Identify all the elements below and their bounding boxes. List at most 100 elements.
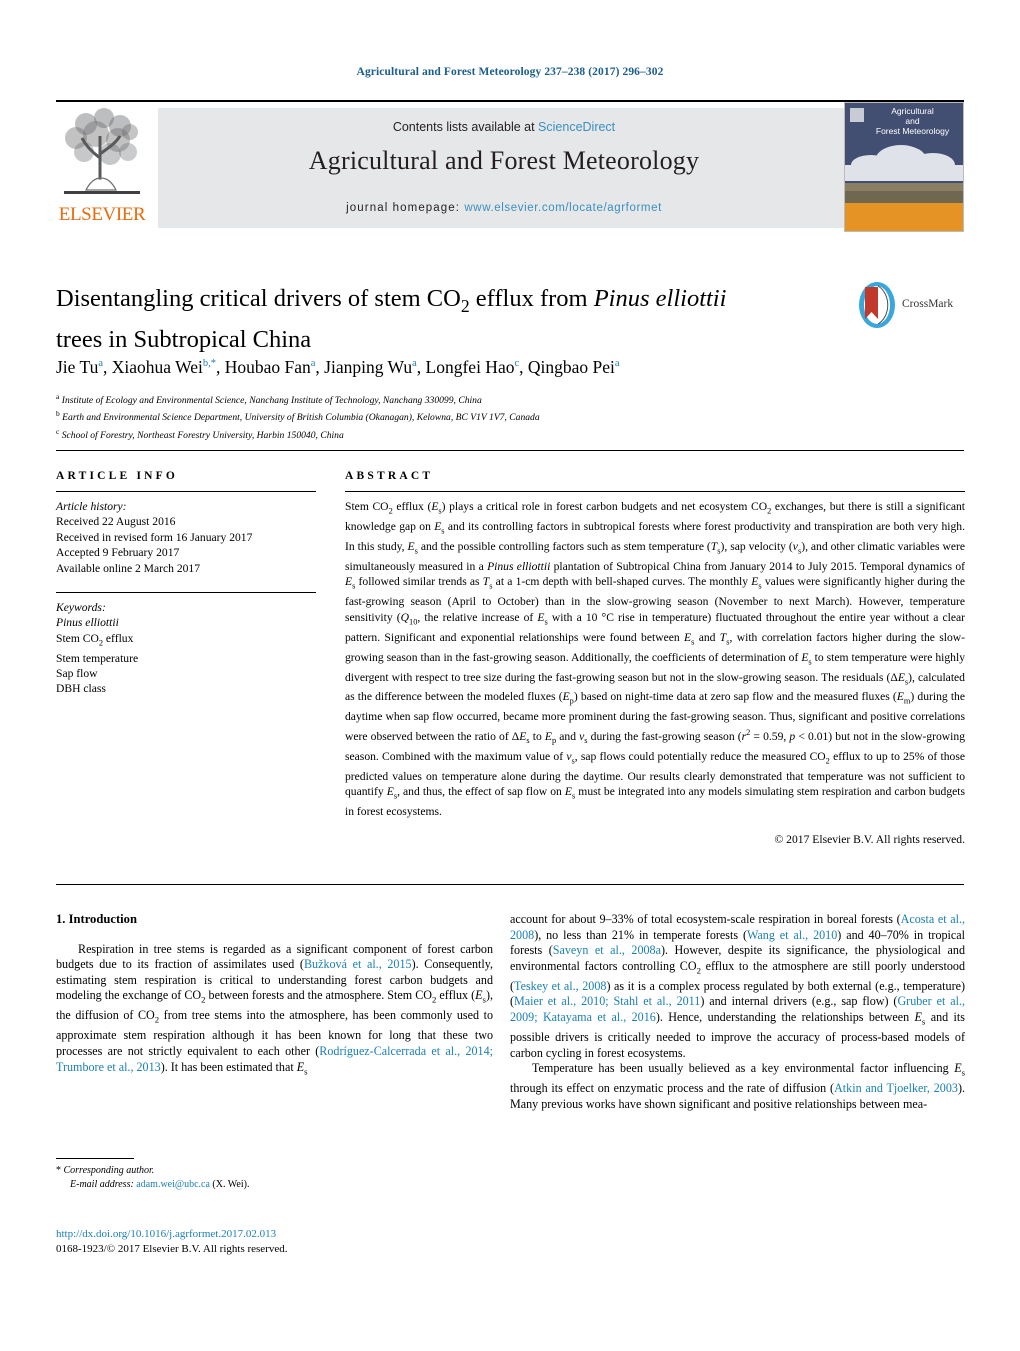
- history-item: Available online 2 March 2017: [56, 561, 201, 575]
- author-name: Qingbao Pei: [527, 357, 615, 377]
- issn-copyright: 0168-1923/© 2017 Elsevier B.V. All right…: [56, 1242, 288, 1255]
- title-text-c: trees in Subtropical China: [56, 325, 312, 353]
- footnote-block: * Corresponding author. E-mail address: …: [56, 1164, 493, 1192]
- journal-title: Agricultural and Forest Meteorology: [308, 146, 700, 175]
- keywords-label: Keywords:: [56, 601, 106, 615]
- citation-link[interactable]: Maier et al., 2010; Stahl et al., 2011: [514, 994, 700, 1008]
- article-first-page: Agricultural and Forest Meteorology 237–…: [0, 0, 1020, 1351]
- author-name: Jie Tu: [56, 357, 99, 377]
- author-item: Longfei Haoc: [426, 357, 520, 377]
- author-name: Xiaohua Wei: [111, 357, 203, 377]
- citation-link[interactable]: Acosta et al., 2008: [510, 912, 965, 942]
- elsevier-tree-icon: [60, 106, 144, 202]
- author-name: Longfei Hao: [425, 357, 515, 377]
- affiliation-mark: c: [56, 426, 60, 436]
- affiliation-mark: a: [56, 392, 60, 401]
- cover-title: Agricultural and Forest Meteorology: [865, 106, 960, 136]
- author-affil-mark: a: [98, 358, 103, 370]
- history-item: Accepted 9 February 2017: [56, 546, 180, 560]
- cover-footer-band: [845, 203, 963, 231]
- history-item: Received in revised form 16 January 2017: [56, 530, 253, 544]
- author-affil-mark: c: [514, 358, 520, 370]
- article-info-heading: ARTICLE INFO: [56, 470, 179, 482]
- email-link[interactable]: adam.wei@ubc.ca: [136, 1179, 210, 1190]
- citation-link[interactable]: Rodríguez-Calcerrada et al., 2014; Trumb…: [56, 1044, 493, 1074]
- abstract-column: ABSTRACT Stem CO2 efflux (Es) plays a cr…: [345, 470, 965, 846]
- abstract-divider: [345, 491, 965, 492]
- body-paragraph: Respiration in tree stems is regarded as…: [56, 941, 493, 1076]
- elsevier-logo: ELSEVIER: [56, 106, 148, 230]
- doi-link[interactable]: http://dx.doi.org/10.1016/j.agrformet.20…: [56, 1228, 276, 1240]
- author-affil-mark: a: [614, 358, 620, 370]
- title-subscript: 2: [460, 295, 470, 316]
- footer-doi-block: http://dx.doi.org/10.1016/j.agrformet.20…: [56, 1227, 556, 1256]
- citation-link[interactable]: Bužková et al., 2015: [304, 957, 412, 971]
- asterisk-marker: *: [56, 1165, 61, 1176]
- keyword-item: DBH class: [56, 682, 106, 696]
- cover-title-line2: and: [905, 116, 920, 126]
- author-affil-mark: a: [310, 358, 316, 370]
- author-item: Qingbao Peia: [528, 357, 620, 377]
- homepage-label: journal homepage:: [346, 202, 461, 214]
- author-item: Jianping Wua: [324, 357, 417, 377]
- homepage-url-link[interactable]: www.elsevier.com/locate/agrformet: [464, 202, 661, 214]
- affiliation-mark: b: [56, 409, 60, 419]
- sciencedirect-link[interactable]: ScienceDirect: [538, 120, 615, 134]
- crossmark-icon: [855, 281, 899, 329]
- email-label: E-mail address:: [70, 1179, 134, 1190]
- cover-title-line1: Agricultural: [891, 106, 934, 116]
- abstract-heading: ABSTRACT: [345, 470, 434, 482]
- affiliation-item: c School of Forestry, Northeast Forestry…: [56, 425, 756, 442]
- page-title: Disentangling critical drivers of stem C…: [56, 282, 746, 356]
- footnote-rule: [56, 1158, 134, 1159]
- author-name: Jianping Wu: [324, 357, 413, 377]
- keyword-item: Pinus elliottii: [56, 616, 119, 630]
- journal-cover-thumbnail: Agricultural and Forest Meteorology: [844, 102, 964, 232]
- body-column-right: account for about 9–33% of total ecosyst…: [510, 912, 965, 1112]
- affiliation-list: a Institute of Ecology and Environmental…: [56, 390, 756, 442]
- journal-homepage-line: journal homepage: www.elsevier.com/locat…: [158, 202, 850, 214]
- keyword-item: Stem CO2 efflux: [56, 631, 134, 648]
- author-name: Houbao Fan: [224, 357, 311, 377]
- abstract-text: Stem CO2 efflux (Es) plays a critical ro…: [345, 500, 966, 819]
- article-info-divider: [56, 491, 316, 492]
- abstract-rule-bottom: [56, 884, 964, 885]
- elsevier-wordmark: ELSEVIER: [58, 204, 146, 225]
- citation-link[interactable]: Atkin and Tjoelker, 2003: [834, 1081, 958, 1095]
- affiliation-text: Earth and Environmental Science Departme…: [62, 412, 540, 424]
- keyword-item: Stem temperature: [56, 651, 139, 665]
- crossmark-badge[interactable]: CrossMark: [855, 281, 965, 331]
- cover-cloud-icon: [845, 165, 963, 181]
- history-label: Article history:: [56, 500, 127, 513]
- title-text-b: efflux from: [469, 285, 594, 312]
- citation-link[interactable]: Saveyn et al., 2008a: [553, 943, 661, 957]
- affiliation-text: Institute of Ecology and Environmental S…: [61, 395, 482, 407]
- keywords-block: Keywords: Pinus elliottii Stem CO2 efflu…: [56, 600, 316, 697]
- body-paragraph: Temperature has been usually believed as…: [510, 1061, 965, 1111]
- section-heading-introduction: 1. Introduction: [56, 912, 137, 926]
- author-list: Jie Tua, Xiaohua Weib,*, Houbao Fana, Ji…: [56, 357, 620, 377]
- masthead-band: Contents lists available at ScienceDirec…: [158, 108, 850, 228]
- info-rule-top: [56, 450, 964, 451]
- affiliation-text: School of Forestry, Northeast Forestry U…: [61, 429, 344, 441]
- title-species: Pinus elliottii: [593, 285, 727, 312]
- author-item: Jie Tua: [56, 357, 103, 377]
- email-suffix: (X. Wei).: [212, 1179, 250, 1190]
- author-item: Xiaohua Weib,*: [112, 357, 216, 377]
- citation-link[interactable]: Wang et al., 2010: [747, 928, 837, 942]
- history-item: Received 22 August 2016: [56, 515, 176, 529]
- journal-masthead: ELSEVIER Contents lists available at Sci…: [56, 100, 964, 232]
- author-affil-mark: a: [412, 358, 417, 370]
- author-affil-mark: b,*: [202, 358, 216, 370]
- author-item: Houbao Fana: [225, 357, 316, 377]
- abstract-copyright: © 2017 Elsevier B.V. All rights reserved…: [774, 832, 965, 846]
- title-text-a: Disentangling critical drivers of stem C…: [56, 285, 461, 312]
- citation-link[interactable]: Teskey et al., 2008: [514, 979, 606, 993]
- affiliation-item: a Institute of Ecology and Environmental…: [56, 390, 756, 407]
- corresponding-author-label: Corresponding author.: [63, 1165, 155, 1176]
- article-info-column: ARTICLE INFO Article history: Received 2…: [56, 470, 316, 697]
- article-history: Article history: Received 22 August 2016…: [56, 499, 316, 576]
- cover-badge-icon: [850, 108, 864, 122]
- body-column-left: 1. Introduction Respiration in tree stem…: [56, 912, 493, 1080]
- contents-line: Contents lists available at ScienceDirec…: [158, 120, 850, 134]
